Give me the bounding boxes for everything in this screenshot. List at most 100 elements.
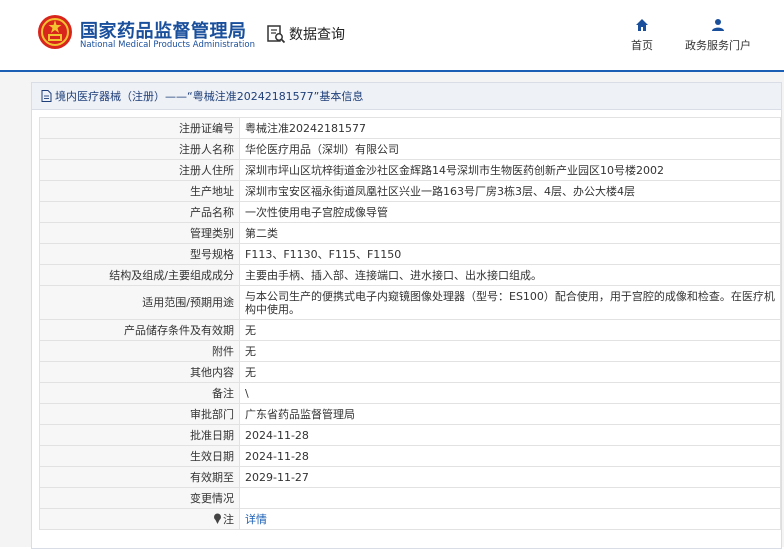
field-label-text: 审批部门	[190, 407, 234, 421]
field-value: 无	[239, 340, 781, 362]
field-label-text: 有效期至	[190, 470, 234, 484]
field-value-text: 2024-11-28	[245, 428, 309, 442]
field-value-text: 第二类	[245, 226, 278, 240]
table-row: 管理类别 第二类	[39, 222, 781, 244]
table-row: 注册人名称 华伦医疗用品（深圳）有限公司	[39, 138, 781, 160]
field-label-text: 型号规格	[190, 247, 234, 261]
field-label: 产品名称	[39, 201, 240, 223]
field-label: 批准日期	[39, 424, 240, 446]
panel-header: 境内医疗器械（注册）——“粤械注准20242181577”基本信息	[32, 83, 781, 110]
field-value: 2029-11-27	[239, 466, 781, 488]
table-row: 型号规格 F113、F1130、F115、F1150	[39, 243, 781, 265]
field-value: 无	[239, 319, 781, 341]
document-icon	[41, 90, 52, 102]
table-row: 备注 \	[39, 382, 781, 404]
field-value: 广东省药品监督管理局	[239, 403, 781, 425]
field-label: 有效期至	[39, 466, 240, 488]
field-value: F113、F1130、F115、F1150	[239, 243, 781, 265]
field-label-text: 批准日期	[190, 428, 234, 442]
table-row: 注册人住所 深圳市坪山区坑梓街道金沙社区金辉路14号深圳市生物医药创新产业园区10…	[39, 159, 781, 181]
detail-panel: 境内医疗器械（注册）——“粤械注准20242181577”基本信息 注册证编号粤…	[31, 82, 782, 549]
field-label: 生产地址	[39, 180, 240, 202]
site-header: 国家药品监督管理局 National Medical Products Admi…	[0, 0, 784, 70]
home-icon	[636, 19, 648, 31]
field-label-text: 注册人名称	[179, 142, 234, 156]
field-value-text: \	[245, 386, 249, 400]
field-label-text: 注册证编号	[179, 121, 234, 135]
data-query-label: 数据查询	[289, 27, 345, 43]
field-value: 第二类	[239, 222, 781, 244]
field-label-text: 产品名称	[190, 205, 234, 219]
field-value-text: 无	[245, 365, 256, 379]
field-value: 与本公司生产的便携式电子内窥镜图像处理器（型号：ES100）配合使用，用于宫腔的…	[239, 285, 781, 320]
field-label: 结构及组成/主要组成成分	[39, 264, 240, 286]
field-label: 注册人名称	[39, 138, 240, 160]
panel-title: 境内医疗器械（注册）——“粤械注准20242181577”基本信息	[55, 90, 364, 103]
field-value-text: 深圳市宝安区福永街道凤凰社区兴业一路163号厂房3栋3层、4层、办公大楼4层	[245, 184, 635, 198]
data-query-module[interactable]: 数据查询	[266, 23, 345, 45]
nav-home-label: 首页	[631, 39, 653, 52]
field-label-text: 附件	[212, 344, 234, 358]
table-row: 生效日期 2024-11-28	[39, 445, 781, 467]
field-value	[239, 487, 781, 509]
table-row: 批准日期 2024-11-28	[39, 424, 781, 446]
table-row: 注册证编号 粤械注准20242181577	[39, 117, 781, 139]
field-label-text: 结构及组成/主要组成成分	[109, 268, 234, 282]
table-row: 结构及组成/主要组成成分 主要由手柄、插入部、连接端口、进水接口、出水接口组成。	[39, 264, 781, 286]
table-row: 生产地址 深圳市宝安区福永街道凤凰社区兴业一路163号厂房3栋3层、4层、办公大楼…	[39, 180, 781, 202]
details-link[interactable]: 详情	[245, 513, 267, 526]
table-row: 产品名称 一次性使用电子宫腔成像导管	[39, 201, 781, 223]
table-row: 适用范围/预期用途 与本公司生产的便携式电子内窥镜图像处理器（型号：ES100）配…	[39, 285, 781, 320]
field-value-text: 2029-11-27	[245, 470, 309, 484]
table-row: 产品储存条件及有效期无	[39, 319, 781, 341]
field-label-text: 适用范围/预期用途	[142, 296, 234, 309]
field-value-text: 无	[245, 344, 256, 358]
field-value: 粤械注准20242181577	[239, 117, 781, 139]
field-label-text: 生效日期	[190, 449, 234, 463]
document-search-icon	[267, 25, 286, 44]
field-label-text: 注	[223, 512, 234, 526]
field-label-text: 产品储存条件及有效期	[124, 323, 234, 337]
field-label: 型号规格	[39, 243, 240, 265]
field-value-text: 无	[245, 323, 256, 337]
field-label-text: 变更情况	[190, 491, 234, 505]
field-value-text: 广东省药品监督管理局	[245, 407, 355, 421]
field-label: 管理类别	[39, 222, 240, 244]
site-name-english: National Medical Products Administration	[80, 40, 255, 50]
field-value: 深圳市宝安区福永街道凤凰社区兴业一路163号厂房3栋3层、4层、办公大楼4层	[239, 180, 781, 202]
field-label: 适用范围/预期用途	[39, 285, 240, 320]
field-value: 华伦医疗用品（深圳）有限公司	[239, 138, 781, 160]
table-row: 有效期至 2029-11-27	[39, 466, 781, 488]
field-label-text: 管理类别	[190, 226, 234, 240]
field-label-text: 生产地址	[190, 184, 234, 198]
field-label: 附件	[39, 340, 240, 362]
field-label: 生效日期	[39, 445, 240, 467]
nav-home[interactable]: 首页	[605, 18, 679, 58]
user-icon	[712, 19, 724, 31]
table-row: 其他内容无	[39, 361, 781, 383]
table-row: 注详情	[39, 508, 781, 530]
nav-government-portal-label: 政务服务门户	[685, 39, 751, 52]
field-value-text: 一次性使用电子宫腔成像导管	[245, 205, 388, 219]
field-label: 注册证编号	[39, 117, 240, 139]
table-row: 附件无	[39, 340, 781, 362]
field-value: 2024-11-28	[239, 445, 781, 467]
field-value-text: 华伦医疗用品（深圳）有限公司	[245, 142, 399, 156]
field-value-text: F113、F1130、F115、F1150	[245, 247, 402, 261]
field-value: 详情	[239, 508, 781, 530]
field-label: 审批部门	[39, 403, 240, 425]
field-value-text: 与本公司生产的便携式电子内窥镜图像处理器（型号：ES100）配合使用，用于宫腔的…	[245, 289, 775, 316]
pin-icon	[214, 513, 221, 524]
field-label: 备注	[39, 382, 240, 404]
field-value: 无	[239, 361, 781, 383]
field-label: 变更情况	[39, 487, 240, 509]
field-value: 深圳市坪山区坑梓街道金沙社区金辉路14号深圳市生物医药创新产业园区10号楼200…	[239, 159, 781, 181]
field-label-text: 备注	[212, 386, 234, 400]
field-label: 产品储存条件及有效期	[39, 319, 240, 341]
field-label: 注	[39, 508, 240, 530]
table-row: 审批部门 广东省药品监督管理局	[39, 403, 781, 425]
nav-government-portal[interactable]: 政务服务门户	[681, 18, 755, 58]
field-label: 注册人住所	[39, 159, 240, 181]
field-value: 2024-11-28	[239, 424, 781, 446]
field-value: 主要由手柄、插入部、连接端口、进水接口、出水接口组成。	[239, 264, 781, 286]
